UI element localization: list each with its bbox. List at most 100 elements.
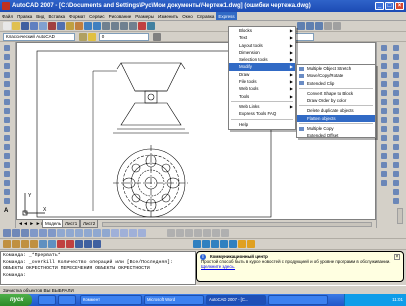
dim-jogged-icon[interactable] [393, 90, 399, 96]
ucs-view-icon[interactable] [212, 229, 220, 237]
stretch-icon[interactable] [381, 117, 387, 123]
spline-icon[interactable] [4, 117, 10, 123]
menu-format[interactable]: Формат [67, 12, 87, 20]
union-icon[interactable] [211, 240, 220, 248]
dim-linear-icon[interactable] [393, 45, 399, 51]
menu-edit[interactable]: Правка [15, 12, 34, 20]
pan-icon[interactable] [102, 22, 110, 30]
match-properties-icon[interactable] [75, 22, 83, 30]
make-block-icon[interactable] [4, 153, 10, 159]
copy-icon[interactable] [57, 22, 65, 30]
dim-text-edit-icon[interactable] [393, 180, 399, 186]
construction-line-icon[interactable] [4, 54, 10, 60]
submenu-convert-shape[interactable]: Convert Shape to Block [297, 90, 375, 97]
undo-icon[interactable] [84, 22, 92, 30]
camera-icon[interactable] [30, 229, 38, 237]
menu-item-draw[interactable]: Draw ▶ [229, 71, 295, 78]
offset-icon[interactable] [381, 72, 387, 78]
cylinder-icon[interactable] [93, 240, 101, 248]
mirror-icon[interactable] [381, 63, 387, 69]
menu-item-blocks[interactable]: Blocks ▶ [229, 27, 295, 34]
trim-icon[interactable] [381, 126, 387, 132]
slice-icon[interactable] [238, 240, 247, 248]
ellipse-arc-icon[interactable] [4, 135, 10, 141]
menu-item-dimension[interactable]: Dimension ▶ [229, 49, 295, 56]
menu-item-file-tools[interactable]: File tools ▶ [229, 78, 295, 85]
box-icon[interactable] [75, 240, 83, 248]
menu-file[interactable]: Файл [0, 12, 15, 20]
render-settings-icon[interactable] [48, 240, 56, 248]
menu-item-faq[interactable]: Express Tools FAQ [229, 110, 295, 117]
save-icon[interactable] [21, 22, 29, 30]
start-button[interactable]: пуск [0, 294, 32, 306]
fly-icon[interactable] [48, 229, 56, 237]
extend-icon[interactable] [381, 135, 387, 141]
design-center-icon[interactable] [147, 22, 155, 30]
intersect-icon[interactable] [229, 240, 238, 248]
print-icon[interactable] [30, 22, 38, 30]
quick-dim-icon[interactable] [393, 117, 399, 123]
mapping-icon[interactable] [30, 240, 38, 248]
menu-item-web-links[interactable]: Web Links ▶ [229, 103, 295, 110]
tolerance-icon[interactable] [393, 153, 399, 159]
dim-diameter-icon[interactable] [393, 99, 399, 105]
vertical-scrollbar[interactable] [397, 208, 403, 224]
zoom-window-icon[interactable] [120, 22, 128, 30]
menu-insert[interactable]: Вставка [46, 12, 67, 20]
shading-icon[interactable] [66, 240, 74, 248]
taskbar-quicklaunch-1[interactable] [38, 295, 56, 305]
break-icon[interactable] [381, 144, 387, 150]
subtract-icon[interactable] [220, 240, 229, 248]
ucs-origin-icon[interactable] [221, 229, 229, 237]
polyline-icon[interactable] [4, 63, 10, 69]
ucs-previous-icon[interactable] [185, 229, 193, 237]
materials-icon[interactable] [21, 240, 29, 248]
view-iso2-icon[interactable] [120, 229, 128, 237]
dim-aligned-icon[interactable] [393, 54, 399, 60]
view-bottom-icon[interactable] [66, 229, 74, 237]
lightbulb-icon[interactable] [88, 33, 97, 41]
view-left-icon[interactable] [75, 229, 83, 237]
command-line[interactable]: Команда: _*Прервать* Команда: _overkill … [0, 251, 196, 285]
submenu-move-copy-rotate[interactable]: Move/Copy/Rotate [297, 72, 375, 79]
chamfer-icon[interactable] [381, 162, 387, 168]
redo-icon[interactable] [93, 22, 101, 30]
view-back-icon[interactable] [102, 229, 110, 237]
view-iso4-icon[interactable] [138, 229, 146, 237]
menu-draw[interactable]: Рисование [107, 12, 134, 20]
array-icon[interactable] [381, 81, 387, 87]
command-prompt[interactable]: Команда: [3, 273, 193, 280]
properties-icon[interactable] [138, 22, 146, 30]
revolve-icon[interactable] [202, 240, 211, 248]
revision-cloud-icon[interactable] [4, 108, 10, 114]
table-style-icon[interactable] [306, 22, 315, 30]
submenu-multiple-object-stretch[interactable]: Multiple Object Stretch [297, 65, 375, 72]
menu-item-help[interactable]: Help [229, 121, 295, 128]
copy-object-icon[interactable] [381, 54, 387, 60]
zoom-previous-icon[interactable] [129, 22, 137, 30]
lights-icon[interactable] [12, 240, 20, 248]
menu-dimension[interactable]: Размеры [133, 12, 156, 20]
walk-icon[interactable] [39, 229, 47, 237]
paste-icon[interactable] [66, 22, 74, 30]
ellipse-icon[interactable] [4, 126, 10, 132]
submenu-delete-duplicates[interactable]: Delete duplicate objects [297, 107, 375, 114]
polygon-icon[interactable] [4, 72, 10, 78]
hatch-icon[interactable] [4, 171, 10, 177]
view-iso-icon[interactable] [111, 229, 119, 237]
view-front-icon[interactable] [93, 229, 101, 237]
menu-item-tools[interactable]: Tools ▶ [229, 93, 295, 100]
horizontal-scrollbar[interactable] [102, 222, 372, 227]
menu-item-modify[interactable]: Modify ▶ [229, 63, 295, 71]
explode-icon[interactable] [381, 180, 387, 186]
menu-modify[interactable]: Изменить [156, 12, 180, 20]
tab-layout2[interactable]: Лист2 [80, 220, 99, 228]
view-right-icon[interactable] [84, 229, 92, 237]
taskbar-button-word[interactable]: Microsoft Word [144, 295, 204, 305]
rectangle-icon[interactable] [4, 81, 10, 87]
clock[interactable]: 11:01 [392, 297, 403, 302]
layout-toolbar2-icon[interactable] [333, 22, 342, 30]
menu-view[interactable]: Вид [34, 12, 46, 20]
menu-express[interactable]: Express [216, 12, 237, 20]
zoom-realtime-icon[interactable] [111, 22, 119, 30]
